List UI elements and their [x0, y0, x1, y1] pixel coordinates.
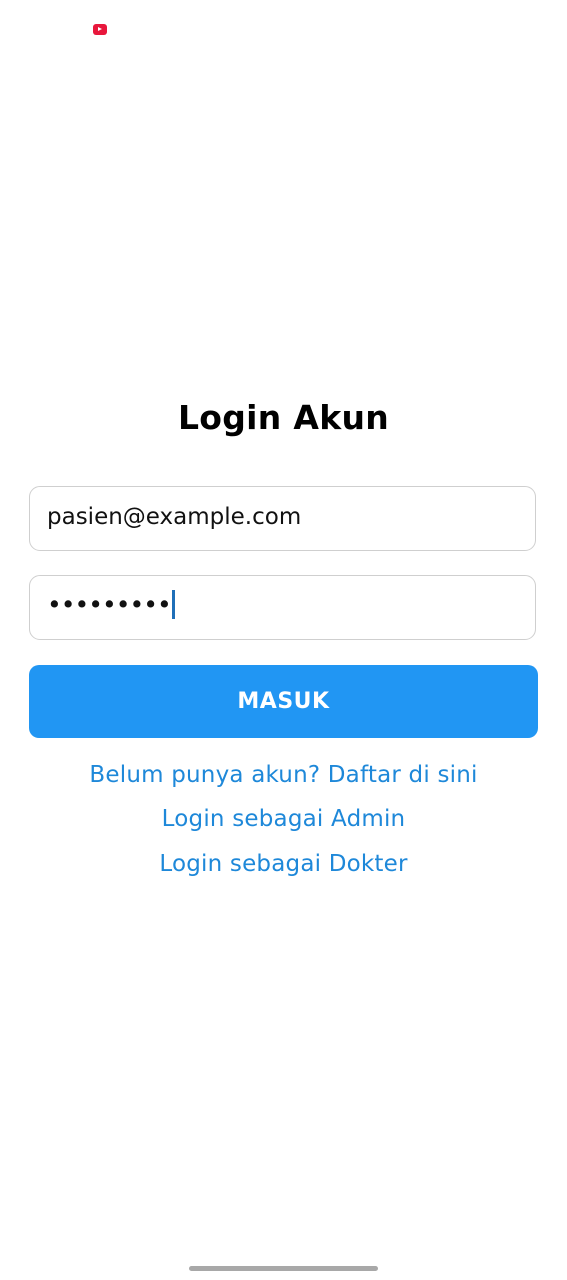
doctor-login-link[interactable]: Login sebagai Dokter — [0, 851, 567, 877]
text-cursor — [171, 589, 175, 619]
status-bar — [0, 0, 567, 60]
email-value: pasien@example.com — [47, 504, 302, 530]
login-button[interactable]: MASUK — [29, 665, 538, 738]
password-value: ••••••••• — [47, 589, 175, 621]
home-indicator[interactable] — [189, 1266, 378, 1271]
youtube-icon — [93, 24, 107, 35]
register-link[interactable]: Belum punya akun? Daftar di sini — [0, 762, 567, 788]
password-dots: ••••••••• — [47, 590, 172, 619]
password-field[interactable]: ••••••••• — [29, 575, 536, 640]
email-field[interactable]: pasien@example.com — [29, 486, 536, 551]
page-title: Login Akun — [177, 398, 390, 437]
admin-login-link[interactable]: Login sebagai Admin — [0, 806, 567, 832]
